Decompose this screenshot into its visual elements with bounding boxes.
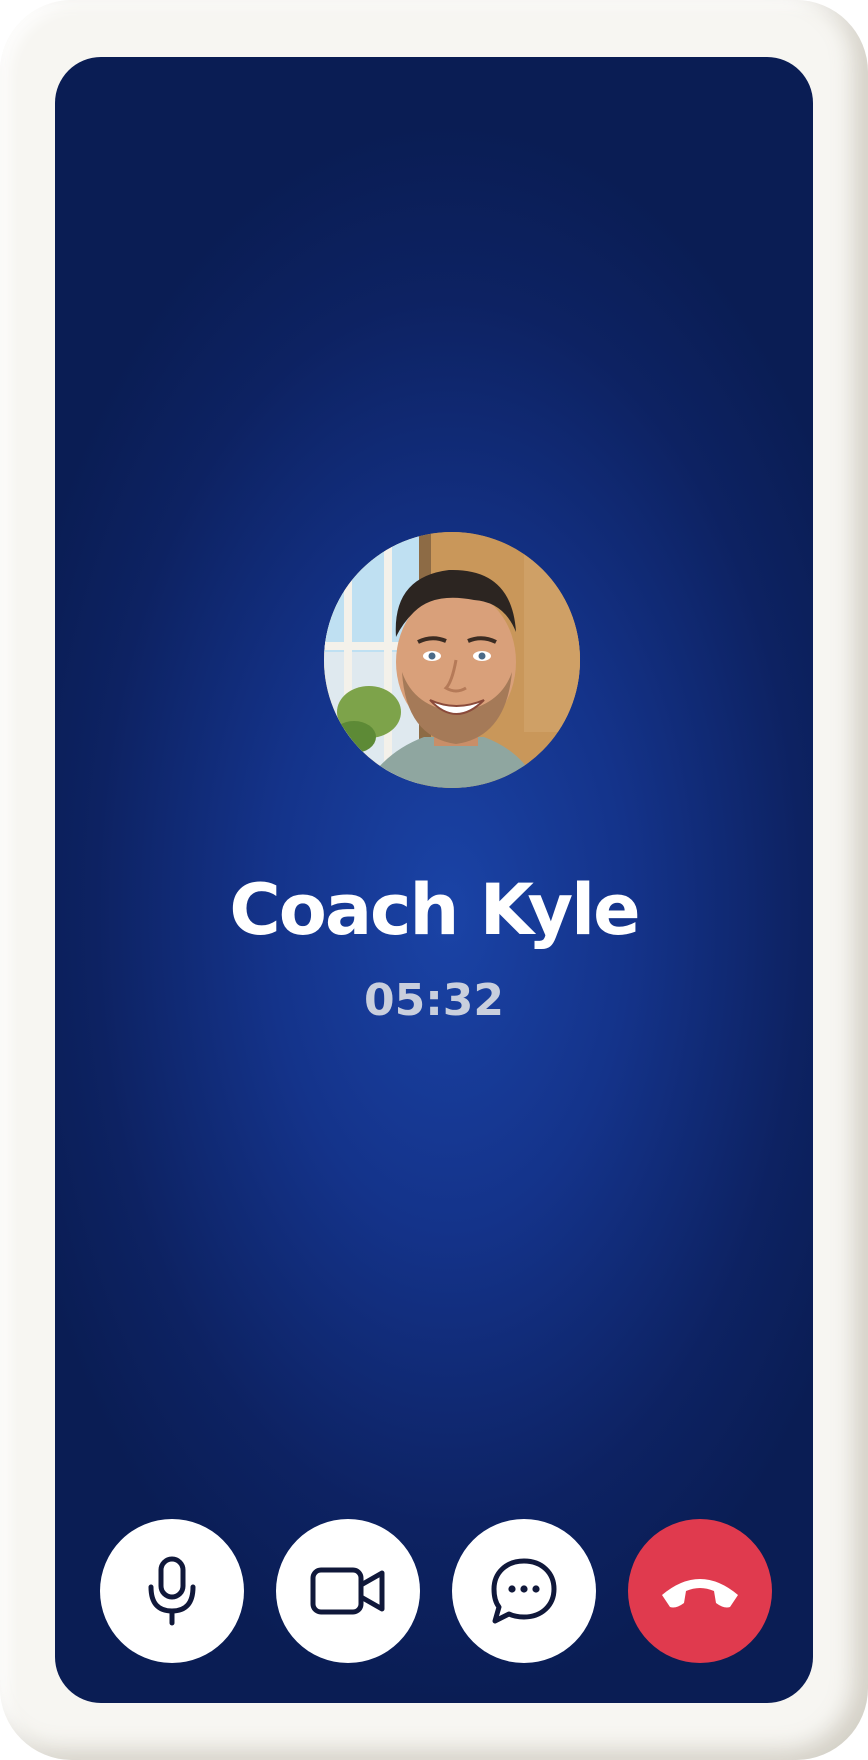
video-camera-icon <box>310 1565 386 1617</box>
end-call-button[interactable] <box>628 1519 772 1663</box>
phone-hangup-icon <box>658 1569 742 1613</box>
call-controls <box>55 1519 813 1663</box>
video-button[interactable] <box>276 1519 420 1663</box>
caller-name: Coach Kyle <box>229 869 640 951</box>
caller-avatar <box>324 532 580 788</box>
phone-frame: Coach Kyle 05:32 <box>0 0 868 1760</box>
call-screen: Coach Kyle 05:32 <box>55 57 813 1703</box>
mute-button[interactable] <box>100 1519 244 1663</box>
call-duration-timer: 05:32 <box>363 975 505 1026</box>
caller-photo <box>324 532 580 788</box>
chat-bubble-icon <box>488 1555 560 1627</box>
microphone-icon <box>144 1555 200 1627</box>
chat-button[interactable] <box>452 1519 596 1663</box>
